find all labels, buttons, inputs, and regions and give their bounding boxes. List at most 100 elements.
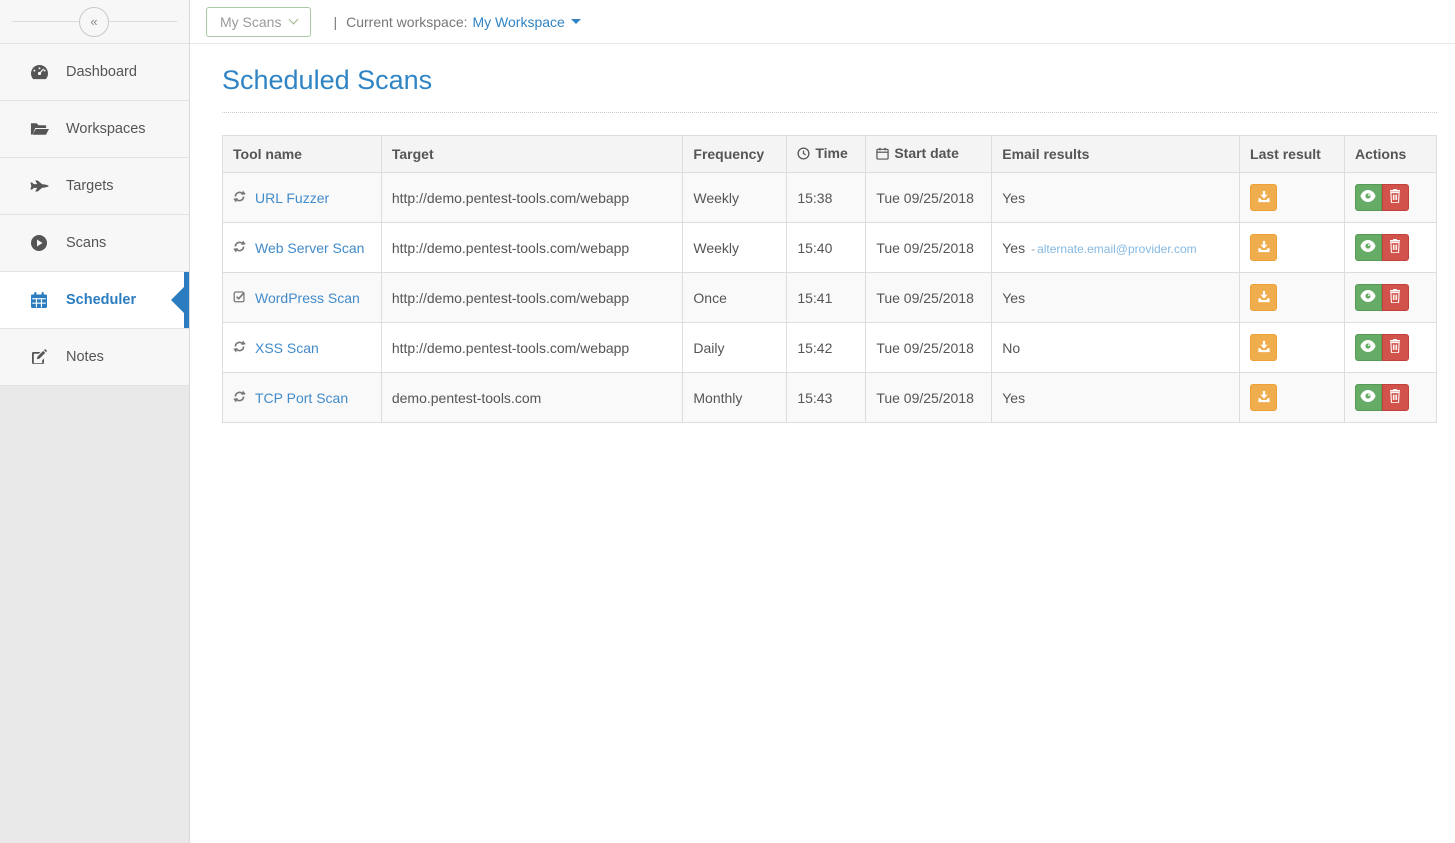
delete-scan-button[interactable]: [1382, 234, 1409, 261]
chevron-double-left-icon: «: [90, 14, 97, 29]
delete-scan-button[interactable]: [1382, 384, 1409, 411]
time-cell: 15:41: [787, 273, 866, 323]
collapse-sidebar-button[interactable]: «: [79, 7, 109, 37]
refresh-icon: [233, 240, 246, 256]
email-results-cell: Yes: [992, 173, 1240, 223]
tool-link[interactable]: URL Fuzzer: [255, 190, 329, 206]
target-cell: http://demo.pentest-tools.com/webapp: [381, 223, 683, 273]
table-row: WordPress Scan http://demo.pentest-tools…: [223, 273, 1437, 323]
trash-icon: [1389, 389, 1401, 406]
sidebar-item-scheduler[interactable]: Scheduler: [0, 272, 189, 329]
scans-play-icon: [27, 234, 51, 252]
time-cell: 15:43: [787, 373, 866, 423]
tool-link[interactable]: WordPress Scan: [255, 290, 360, 306]
table-row: Web Server Scan http://demo.pentest-tool…: [223, 223, 1437, 273]
notes-edit-icon: [27, 348, 51, 366]
trash-icon: [1389, 189, 1401, 206]
target-cell: http://demo.pentest-tools.com/webapp: [381, 273, 683, 323]
my-scans-dropdown[interactable]: My Scans: [206, 7, 311, 37]
download-last-result-button[interactable]: [1250, 284, 1277, 311]
workspaces-folder-icon: [27, 121, 51, 137]
scheduler-calendar-icon: [27, 291, 51, 309]
download-last-result-button[interactable]: [1250, 384, 1277, 411]
frequency-cell: Daily: [683, 323, 787, 373]
target-cell: demo.pentest-tools.com: [381, 373, 683, 423]
download-last-result-button[interactable]: [1250, 184, 1277, 211]
email-separator: -: [1031, 242, 1035, 256]
view-scan-button[interactable]: [1355, 284, 1382, 311]
workspace-selector[interactable]: My Workspace: [473, 14, 581, 30]
trash-icon: [1389, 289, 1401, 306]
trash-icon: [1389, 239, 1401, 256]
header-email-results: Email results: [992, 136, 1240, 173]
tool-link[interactable]: TCP Port Scan: [255, 390, 348, 406]
email-results-cell: Yes: [992, 273, 1240, 323]
tool-link[interactable]: Web Server Scan: [255, 240, 364, 256]
table-row: XSS Scan http://demo.pentest-tools.com/w…: [223, 323, 1437, 373]
eye-icon: [1360, 390, 1376, 405]
download-icon: [1257, 390, 1271, 406]
chevron-down-icon: [289, 15, 299, 25]
download-icon: [1257, 190, 1271, 206]
title-divider: [222, 112, 1437, 113]
header-target: Target: [381, 136, 683, 173]
time-cell: 15:40: [787, 223, 866, 273]
my-scans-label: My Scans: [220, 14, 281, 30]
start-date-cell: Tue 09/25/2018: [866, 323, 992, 373]
sidebar-item-label: Workspaces: [66, 121, 146, 137]
sidebar-item-dashboard[interactable]: Dashboard: [0, 44, 189, 101]
delete-scan-button[interactable]: [1382, 334, 1409, 361]
calendar-icon: [876, 147, 889, 163]
sidebar-item-workspaces[interactable]: Workspaces: [0, 101, 189, 158]
header-tool-name: Tool name: [223, 136, 382, 173]
active-item-marker: [184, 272, 189, 328]
email-results-cell: Yes-alternate.email@provider.com: [992, 223, 1240, 273]
email-results-cell: Yes: [992, 373, 1240, 423]
checked-square-icon: [233, 290, 246, 306]
time-cell: 15:42: [787, 323, 866, 373]
caret-down-icon: [571, 19, 581, 24]
delete-scan-button[interactable]: [1382, 284, 1409, 311]
clock-icon: [797, 147, 810, 163]
view-scan-button[interactable]: [1355, 184, 1382, 211]
topbar-separator: |: [333, 14, 337, 30]
sidebar-item-targets[interactable]: Targets: [0, 158, 189, 215]
view-scan-button[interactable]: [1355, 334, 1382, 361]
sidebar-item-label: Notes: [66, 349, 104, 365]
start-date-cell: Tue 09/25/2018: [866, 273, 992, 323]
view-scan-button[interactable]: [1355, 384, 1382, 411]
sidebar-item-label: Scheduler: [66, 292, 136, 308]
trash-icon: [1389, 339, 1401, 356]
eye-icon: [1360, 290, 1376, 305]
view-scan-button[interactable]: [1355, 234, 1382, 261]
header-time: Time: [787, 136, 866, 173]
alternate-email-link[interactable]: alternate.email@provider.com: [1037, 242, 1197, 256]
main-content: Scheduled Scans Tool name Target Frequen…: [190, 44, 1455, 843]
sidebar-item-notes[interactable]: Notes: [0, 329, 189, 386]
dashboard-gauge-icon: [27, 64, 51, 81]
tool-link[interactable]: XSS Scan: [255, 340, 319, 356]
header-actions: Actions: [1344, 136, 1436, 173]
refresh-icon: [233, 340, 246, 356]
download-icon: [1257, 240, 1271, 256]
download-last-result-button[interactable]: [1250, 234, 1277, 261]
workspace-name: My Workspace: [473, 14, 565, 30]
sidebar-item-label: Scans: [66, 235, 106, 251]
time-cell: 15:38: [787, 173, 866, 223]
header-frequency: Frequency: [683, 136, 787, 173]
sidebar-item-label: Dashboard: [66, 64, 137, 80]
delete-scan-button[interactable]: [1382, 184, 1409, 211]
start-date-cell: Tue 09/25/2018: [866, 373, 992, 423]
sidebar-item-label: Targets: [66, 178, 114, 194]
start-date-cell: Tue 09/25/2018: [866, 223, 992, 273]
table-row: TCP Port Scan demo.pentest-tools.com Mon…: [223, 373, 1437, 423]
download-last-result-button[interactable]: [1250, 334, 1277, 361]
eye-icon: [1360, 240, 1376, 255]
eye-icon: [1360, 340, 1376, 355]
eye-icon: [1360, 190, 1376, 205]
refresh-icon: [233, 390, 246, 406]
frequency-cell: Weekly: [683, 223, 787, 273]
frequency-cell: Monthly: [683, 373, 787, 423]
sidebar-collapse-strip: «: [0, 0, 189, 44]
sidebar-item-scans[interactable]: Scans: [0, 215, 189, 272]
